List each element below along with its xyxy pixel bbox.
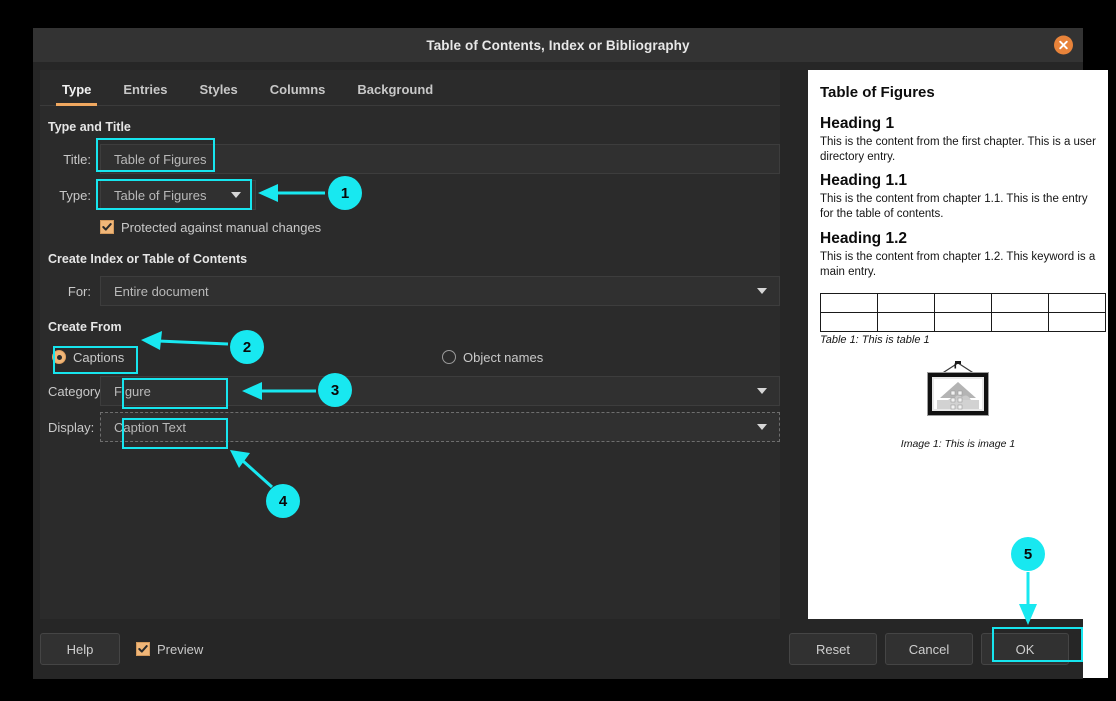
title-input[interactable]: Table of Figures (100, 144, 780, 174)
section-heading-create-index: Create Index or Table of Contents (40, 248, 780, 272)
preview-image-caption: Image 1: This is image 1 (820, 438, 1096, 450)
chevron-down-icon (757, 424, 767, 430)
radio-captions-indicator (52, 350, 66, 364)
preview-pane: Table of Figures Heading 1 This is the c… (808, 70, 1108, 678)
preview-block: Heading 1.2 This is the content from cha… (820, 230, 1096, 279)
type-dropdown[interactable]: Table of Figures (100, 180, 256, 210)
table-row (821, 313, 1106, 332)
display-dropdown[interactable]: Caption Text (100, 412, 780, 442)
protected-checkbox-row[interactable]: Protected against manual changes (40, 214, 780, 240)
tab-styles[interactable]: Styles (183, 83, 253, 105)
preview-checkbox-label: Preview (157, 642, 203, 657)
preview-table-caption: Table 1: This is table 1 (820, 334, 1096, 346)
chevron-down-icon (757, 388, 767, 394)
for-row: For: Entire document (40, 274, 780, 308)
display-dropdown-value: Caption Text (114, 420, 186, 435)
for-dropdown-value: Entire document (114, 284, 209, 299)
for-label: For: (48, 284, 100, 299)
preview-table (820, 293, 1106, 332)
dialog-button-bar: Help Preview Reset Cancel OK (33, 619, 1083, 679)
dialog-body: Type Entries Styles Columns Background T… (33, 62, 1083, 619)
category-label: Category: (48, 384, 100, 399)
type-tab-panel: Type and Title Title: Table of Figures T… (40, 106, 780, 444)
tab-columns[interactable]: Columns (254, 83, 342, 105)
tab-background[interactable]: Background (341, 83, 449, 105)
dialog-window: Table of Contents, Index or Bibliography… (33, 28, 1083, 679)
preview-heading: Heading 1.2 (820, 230, 1096, 248)
preview-paragraph: This is the content from chapter 1.2. Th… (820, 250, 1096, 279)
ok-button[interactable]: OK (981, 633, 1069, 665)
title-row: Title: Table of Figures (40, 142, 780, 176)
preview-checkbox[interactable] (136, 642, 150, 656)
tab-entries[interactable]: Entries (107, 83, 183, 105)
preview-title: Table of Figures (820, 84, 1096, 101)
radio-captions[interactable]: Captions (48, 347, 130, 368)
preview-heading: Heading 1 (820, 115, 1096, 133)
category-dropdown[interactable]: Figure (100, 376, 780, 406)
for-dropdown[interactable]: Entire document (100, 276, 780, 306)
radio-object-names[interactable]: Object names (438, 347, 549, 368)
title-label: Title: (48, 152, 100, 167)
chevron-down-icon (231, 192, 241, 198)
tab-strip: Type Entries Styles Columns Background (40, 70, 780, 106)
type-row: Type: Table of Figures (40, 178, 780, 212)
preview-image-wrap (820, 360, 1096, 422)
screen-root: Table of Contents, Index or Bibliography… (0, 0, 1116, 701)
preview-checkbox-row[interactable]: Preview (136, 642, 203, 657)
settings-pane: Type Entries Styles Columns Background T… (40, 70, 780, 619)
protected-checkbox[interactable] (100, 220, 114, 234)
framed-picture-icon (913, 360, 1003, 422)
chevron-down-icon (757, 288, 767, 294)
category-dropdown-value: Figure (114, 384, 151, 399)
type-dropdown-value: Table of Figures (114, 188, 207, 203)
radio-object-names-label: Object names (463, 350, 543, 365)
table-row (821, 294, 1106, 313)
tab-type[interactable]: Type (46, 83, 107, 105)
radio-object-names-indicator (442, 350, 456, 364)
dialog-titlebar: Table of Contents, Index or Bibliography (33, 28, 1083, 62)
reset-button[interactable]: Reset (789, 633, 877, 665)
preview-heading: Heading 1.1 (820, 172, 1096, 190)
preview-block: Heading 1.1 This is the content from cha… (820, 172, 1096, 221)
display-label: Display: (48, 420, 100, 435)
cancel-button[interactable]: Cancel (885, 633, 973, 665)
type-label: Type: (48, 188, 100, 203)
display-row: Display: Caption Text (40, 410, 780, 444)
category-row: Category: Figure (40, 374, 780, 408)
protected-checkbox-label: Protected against manual changes (121, 220, 321, 235)
section-heading-type-and-title: Type and Title (40, 116, 780, 140)
create-from-radio-group: Captions Object names (40, 342, 780, 372)
radio-captions-label: Captions (73, 350, 124, 365)
section-heading-create-from: Create From (40, 316, 780, 340)
help-button[interactable]: Help (40, 633, 120, 665)
preview-paragraph: This is the content from chapter 1.1. Th… (820, 192, 1096, 221)
dialog-title: Table of Contents, Index or Bibliography (426, 38, 689, 53)
preview-block: Heading 1 This is the content from the f… (820, 115, 1096, 164)
preview-paragraph: This is the content from the first chapt… (820, 135, 1096, 164)
close-icon[interactable] (1054, 36, 1073, 55)
